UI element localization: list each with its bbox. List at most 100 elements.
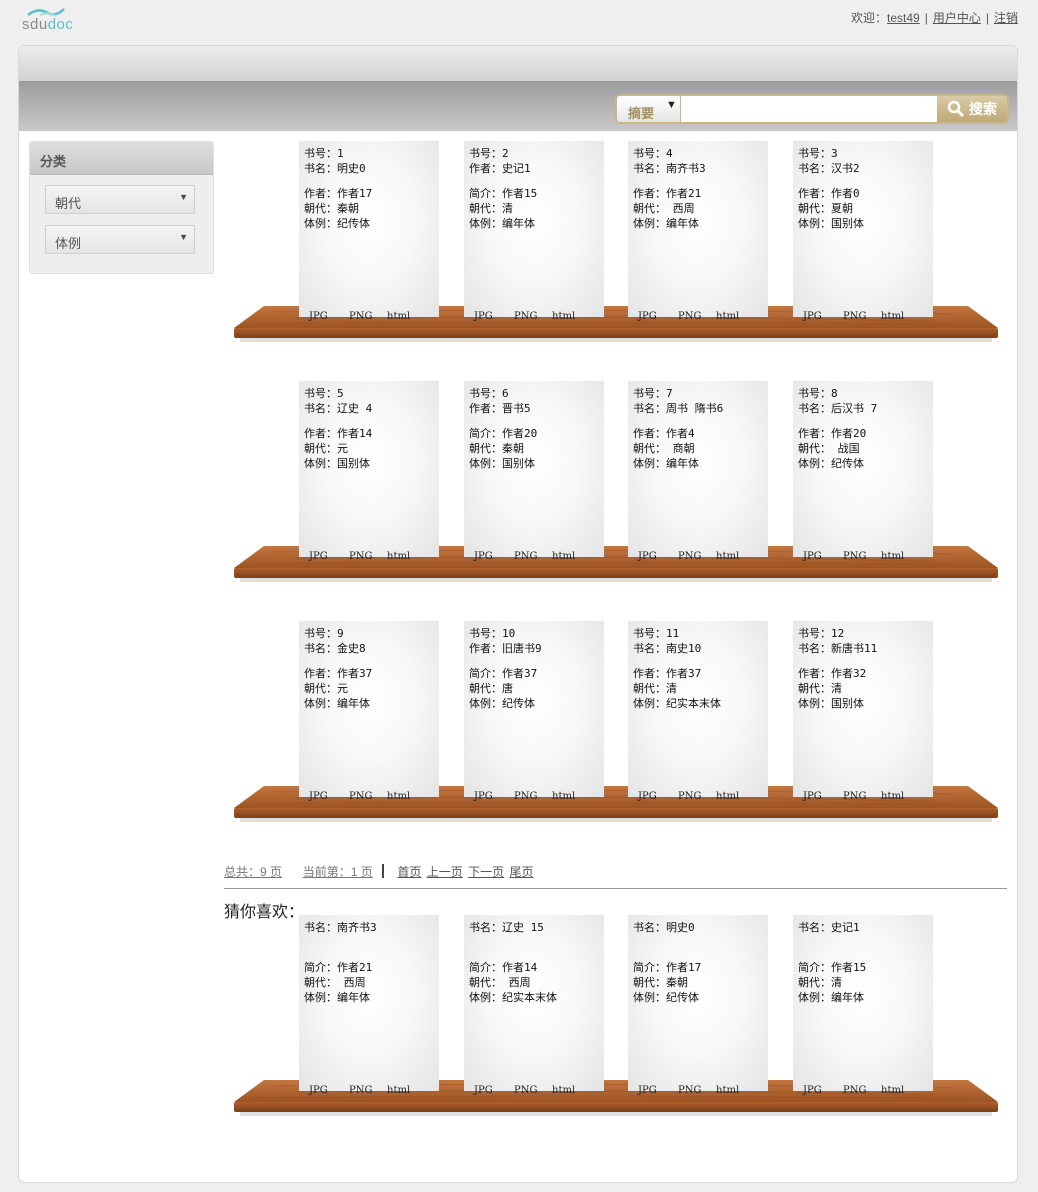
recommended-book-card[interactable]: 书名：南齐书3 简介：作者21 朝代： 西周 体例：编年体 JPG PNG html	[299, 915, 439, 1096]
png-format-link[interactable]: PNG	[678, 1083, 701, 1098]
jpg-format-link[interactable]: JPG	[638, 1083, 657, 1098]
html-format-link[interactable]: html	[881, 1083, 904, 1098]
jpg-format-link[interactable]: JPG	[803, 309, 822, 324]
jpg-format-link[interactable]: JPG	[803, 789, 822, 804]
book-card[interactable]: 书号：1 书名：明史0 作者：作者17 朝代：秦朝 体例：纪传体 JPG PNG html	[299, 141, 439, 322]
html-format-link[interactable]: html	[716, 549, 739, 564]
png-format-link[interactable]: PNG	[678, 309, 701, 324]
book-name-value: 南齐书3	[666, 162, 706, 175]
book-card[interactable]: 书号：9 书名：金史8 作者：作者37 朝代：元 体例：编年体 JPG PNG html	[299, 621, 439, 802]
jpg-format-link[interactable]: JPG	[638, 309, 657, 324]
book-card[interactable]: 书号：10 作者：旧唐书9 简介：作者37 朝代：唐 体例：纪传体 JPG PNG html	[464, 621, 604, 802]
html-format-link[interactable]: html	[552, 1083, 575, 1098]
png-format-link[interactable]: PNG	[843, 549, 866, 564]
book-intro: 简介：作者21	[304, 960, 439, 975]
png-format-link[interactable]: PNG	[349, 789, 372, 804]
dynasty-select[interactable]: 朝代 ▼	[45, 185, 195, 214]
html-format-link[interactable]: html	[881, 309, 904, 324]
recommended-book-card[interactable]: 书名：明史0 简介：作者17 朝代：秦朝 体例：纪传体 JPG PNG html	[628, 915, 768, 1096]
book-name-label: 作者：	[469, 162, 502, 175]
jpg-format-link[interactable]: JPG	[309, 1083, 328, 1098]
png-format-link[interactable]: PNG	[514, 1083, 537, 1098]
book-dynasty-label: 朝代：	[798, 442, 831, 455]
jpg-format-link[interactable]: JPG	[474, 1083, 493, 1098]
book-name-label: 作者：	[469, 642, 502, 655]
book-style-label: 体例：	[633, 217, 666, 230]
png-format-link[interactable]: PNG	[678, 549, 701, 564]
jpg-format-link[interactable]: JPG	[474, 789, 493, 804]
logout-link[interactable]: 注销	[994, 11, 1018, 25]
jpg-format-link[interactable]: JPG	[474, 549, 493, 564]
book-card[interactable]: 书号：6 作者：晋书5 简介：作者20 朝代：秦朝 体例：国别体 JPG PNG html	[464, 381, 604, 562]
jpg-format-link[interactable]: JPG	[309, 549, 328, 564]
book-card[interactable]: 书号：7 书名：周书 隋书6 作者：作者4 朝代： 商朝 体例：编年体 JPG PNG htm…	[628, 381, 768, 562]
book-name-value: 周书 隋书6	[666, 402, 724, 415]
username-link[interactable]: test49	[887, 11, 920, 25]
html-format-link[interactable]: html	[387, 309, 410, 324]
book-style-value: 国别体	[337, 457, 370, 470]
book-style: 体例：纪传体	[469, 696, 604, 711]
book-card[interactable]: 书号：11 书名：南史10 作者：作者37 朝代：清 体例：纪实本末体 JPG PNG htm…	[628, 621, 768, 802]
search-field-select[interactable]: 摘要 ▼	[617, 96, 681, 122]
html-format-link[interactable]: html	[387, 549, 410, 564]
png-format-link[interactable]: PNG	[349, 549, 372, 564]
html-format-link[interactable]: html	[552, 309, 575, 324]
png-format-link[interactable]: PNG	[514, 549, 537, 564]
jpg-format-link[interactable]: JPG	[638, 549, 657, 564]
html-format-link[interactable]: html	[716, 1083, 739, 1098]
search-input[interactable]	[681, 96, 937, 122]
html-format-link[interactable]: html	[881, 549, 904, 564]
book-card[interactable]: 书号：3 书名：汉书2 作者：作者0 朝代：夏朝 体例：国别体 JPG PNG html	[793, 141, 933, 322]
html-format-link[interactable]: html	[387, 789, 410, 804]
book-author-label: 简介：	[469, 187, 502, 200]
html-format-link[interactable]: html	[387, 1083, 410, 1098]
book-card[interactable]: 书号：12 书名：新唐书11 作者：作者32 朝代：清 体例：国别体 JPG PNG html	[793, 621, 933, 802]
html-format-link[interactable]: html	[552, 549, 575, 564]
jpg-format-link[interactable]: JPG	[309, 789, 328, 804]
recommended-book-card[interactable]: 书名：史记1 简介：作者15 朝代：清 体例：编年体 JPG PNG html	[793, 915, 933, 1096]
png-format-link[interactable]: PNG	[843, 309, 866, 324]
html-format-link[interactable]: html	[552, 789, 575, 804]
user-center-link[interactable]: 用户中心	[933, 11, 981, 25]
html-format-link[interactable]: html	[716, 309, 739, 324]
jpg-format-link[interactable]: JPG	[803, 549, 822, 564]
first-page-link[interactable]: 首页	[397, 865, 421, 879]
prev-page-link[interactable]: 上一页	[427, 865, 463, 879]
png-format-link[interactable]: PNG	[843, 1083, 866, 1098]
jpg-format-link[interactable]: JPG	[474, 309, 493, 324]
book-style-value: 编年体	[666, 217, 699, 230]
book-name-value: 汉书2	[831, 162, 860, 175]
book-style: 体例：纪传体	[798, 456, 933, 471]
book-author-label: 作者：	[798, 427, 831, 440]
last-page-link[interactable]: 尾页	[509, 865, 533, 879]
book-author-value: 作者17	[337, 187, 373, 200]
png-format-link[interactable]: PNG	[349, 309, 372, 324]
jpg-format-link[interactable]: JPG	[309, 309, 328, 324]
recommended-book-card[interactable]: 书名：辽史 15 简介：作者14 朝代： 西周 体例：纪实本末体 JPG PNG html	[464, 915, 604, 1096]
book-id-value: 4	[666, 147, 673, 160]
book-style-value: 国别体	[831, 697, 864, 710]
book-card[interactable]: 书号：4 书名：南齐书3 作者：作者21 朝代： 西周 体例：编年体 JPG PNG html	[628, 141, 768, 322]
jpg-format-link[interactable]: JPG	[638, 789, 657, 804]
style-select[interactable]: 体例 ▼	[45, 225, 195, 254]
search-button[interactable]: 搜索	[937, 96, 1007, 122]
book-id-label: 书号：	[304, 627, 337, 640]
png-format-link[interactable]: PNG	[514, 789, 537, 804]
book-card[interactable]: 书号：5 书名：辽史 4 作者：作者14 朝代：元 体例：国别体 JPG PNG html	[299, 381, 439, 562]
png-format-link[interactable]: PNG	[678, 789, 701, 804]
html-format-link[interactable]: html	[881, 789, 904, 804]
png-format-link[interactable]: PNG	[843, 789, 866, 804]
book-dynasty: 朝代： 西周	[633, 201, 768, 216]
book-dynasty-label: 朝代：	[469, 442, 502, 455]
next-page-link[interactable]: 下一页	[468, 865, 504, 879]
png-format-link[interactable]: PNG	[349, 1083, 372, 1098]
book-author: 作者：作者21	[633, 186, 768, 201]
sdudoc-logo[interactable]: sdudoc	[22, 6, 82, 36]
jpg-format-link[interactable]: JPG	[803, 1083, 822, 1098]
html-format-link[interactable]: html	[716, 789, 739, 804]
png-format-link[interactable]: PNG	[514, 309, 537, 324]
book-name-label: 书名：	[469, 921, 502, 934]
book-card[interactable]: 书号：2 作者：史记1 简介：作者15 朝代：清 体例：编年体 JPG PNG html	[464, 141, 604, 322]
book-card[interactable]: 书号：8 书名：后汉书 7 作者：作者20 朝代： 战国 体例：纪传体 JPG PNG htm…	[793, 381, 933, 562]
book-id-label: 书号：	[304, 387, 337, 400]
